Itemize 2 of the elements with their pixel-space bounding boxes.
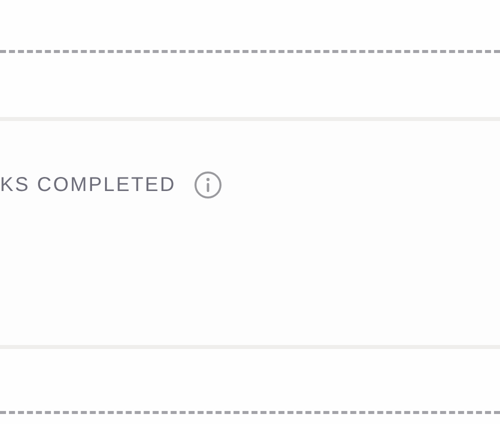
metric-label: KS COMPLETED [0,173,176,198]
info-icon[interactable] [194,171,222,199]
